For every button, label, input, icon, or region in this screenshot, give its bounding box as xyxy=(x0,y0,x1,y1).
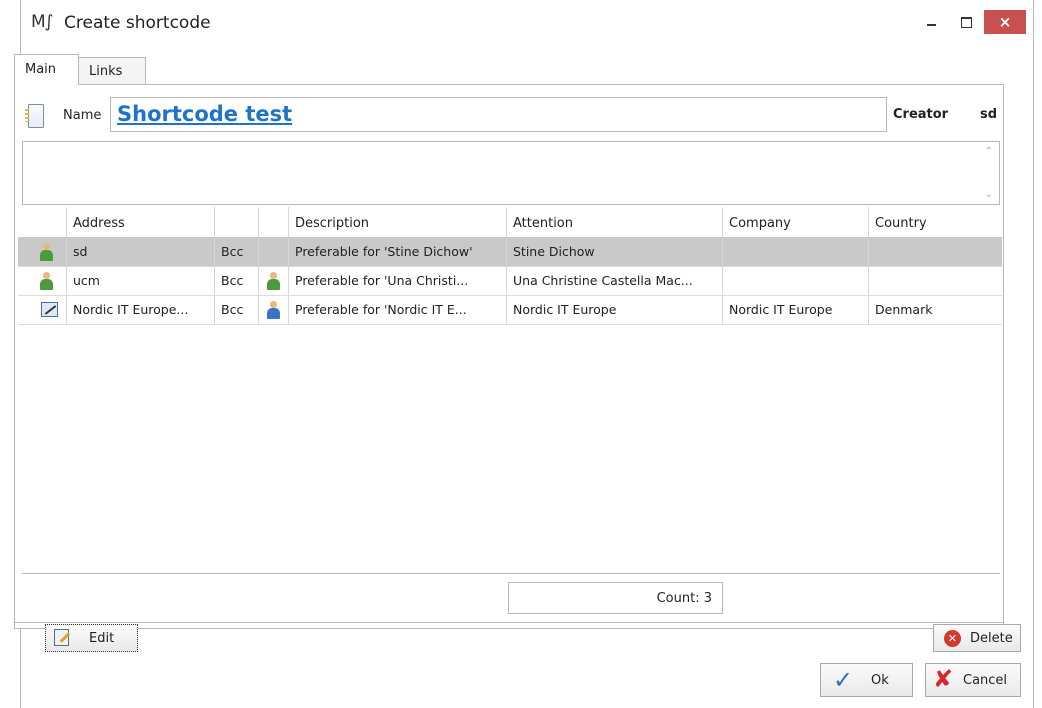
maximize-button[interactable] xyxy=(946,10,986,34)
creator-value: sd xyxy=(980,107,998,122)
grid-header: Address Description Attention Company Co… xyxy=(18,207,1002,238)
ok-button-label: Ok xyxy=(871,673,889,688)
column-header-pref-icon[interactable] xyxy=(258,207,288,237)
person-blue-icon xyxy=(267,301,280,319)
notes-textarea[interactable]: ⌃ ⌄ xyxy=(22,141,1000,205)
cell-address: Nordic IT Europe... xyxy=(66,296,214,324)
scroll-up-icon[interactable]: ⌃ xyxy=(985,146,993,157)
person-green-icon xyxy=(40,243,53,261)
cell-company xyxy=(722,238,868,266)
cell-address: sd xyxy=(66,238,214,266)
column-header-country[interactable]: Country xyxy=(868,207,1002,237)
delete-button[interactable]: ✕ Delete xyxy=(933,624,1021,652)
cell-company xyxy=(722,267,868,295)
column-header-attention[interactable]: Attention xyxy=(506,207,722,237)
cell-type: Bcc xyxy=(214,238,258,266)
edit-icon xyxy=(54,629,69,646)
cell-country: Denmark xyxy=(868,296,1002,324)
cell-description: Preferable for 'Stine Dichow' xyxy=(288,238,506,266)
cancel-x-icon: ✘ xyxy=(933,665,954,693)
delete-button-label: Delete xyxy=(970,631,1013,646)
edit-button-label: Edit xyxy=(89,631,115,646)
minimize-button[interactable] xyxy=(911,10,951,34)
column-header-company[interactable]: Company xyxy=(722,207,868,237)
tab-main[interactable]: Main xyxy=(14,54,79,85)
person-green-icon xyxy=(40,272,53,290)
app-logo-icon: M∫ xyxy=(31,12,54,32)
window-title: Create shortcode xyxy=(64,13,211,33)
cell-type: Bcc xyxy=(214,267,258,295)
ok-button[interactable]: ✓ Ok xyxy=(820,663,913,697)
name-label: Name xyxy=(63,108,102,123)
cell-type: Bcc xyxy=(214,296,258,324)
cell-description: Preferable for 'Una Christi... xyxy=(288,267,506,295)
cell-pref-icon xyxy=(258,238,288,266)
pen-icon xyxy=(41,302,58,317)
notes-scrollbar[interactable]: ⌃ ⌄ xyxy=(979,142,999,204)
row-count: Count: 3 xyxy=(508,582,723,614)
delete-icon: ✕ xyxy=(944,630,961,647)
table-row[interactable]: ucm Bcc Preferable for 'Una Christi... U… xyxy=(18,267,1002,296)
recipients-grid: Address Description Attention Company Co… xyxy=(18,207,1002,573)
cell-address: ucm xyxy=(66,267,214,295)
cell-pref-icon xyxy=(258,296,288,324)
table-row[interactable]: sd Bcc Preferable for 'Stine Dichow' Sti… xyxy=(18,238,1002,267)
tab-links[interactable]: Links xyxy=(78,57,146,84)
edit-button[interactable]: Edit xyxy=(45,624,138,652)
name-input[interactable]: Shortcode test xyxy=(110,97,887,132)
column-header-type[interactable] xyxy=(214,207,258,237)
column-header-description[interactable]: Description xyxy=(288,207,506,237)
cell-description: Preferable for 'Nordic IT E... xyxy=(288,296,506,324)
checkmark-icon: ✓ xyxy=(833,666,854,694)
cell-country xyxy=(868,267,1002,295)
cell-pref-icon xyxy=(258,267,288,295)
cell-country xyxy=(868,238,1002,266)
cell-attention: Nordic IT Europe xyxy=(506,296,722,324)
column-header-address[interactable]: Address xyxy=(66,207,214,237)
cell-attention: Stine Dichow xyxy=(506,238,722,266)
panel-divider xyxy=(14,622,1004,623)
grid-footer-divider xyxy=(22,573,1000,574)
scroll-down-icon[interactable]: ⌄ xyxy=(985,189,993,200)
close-button[interactable]: × xyxy=(984,10,1026,34)
creator-label: Creator xyxy=(893,107,949,122)
minimize-icon xyxy=(926,24,936,26)
cell-attention: Una Christine Castella Mac... xyxy=(506,267,722,295)
document-icon xyxy=(25,104,44,128)
cell-company: Nordic IT Europe xyxy=(722,296,868,324)
cancel-button[interactable]: ✘ Cancel xyxy=(925,663,1021,697)
person-green-icon xyxy=(267,272,280,290)
cancel-button-label: Cancel xyxy=(963,673,1008,688)
table-row[interactable]: Nordic IT Europe... Bcc Preferable for '… xyxy=(18,296,1002,325)
maximize-icon xyxy=(960,16,972,28)
title-bar: M∫ Create shortcode × xyxy=(21,0,1033,48)
